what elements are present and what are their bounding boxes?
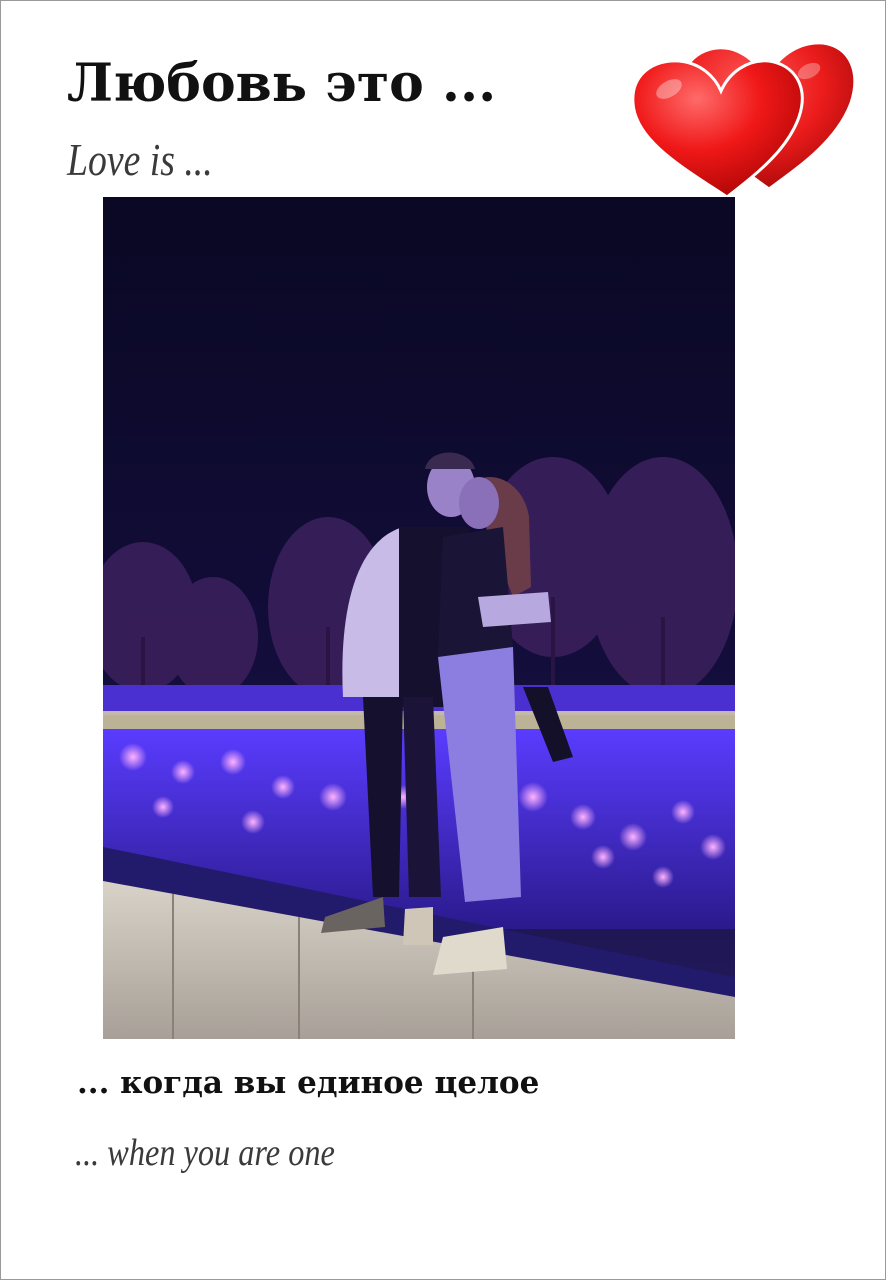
two-hearts-icon bbox=[629, 37, 861, 199]
title-english: Love is ... bbox=[67, 134, 213, 185]
caption-english: ... when you are one bbox=[75, 1132, 335, 1174]
caption-russian: ... когда вы единое целое bbox=[77, 1065, 540, 1101]
title-russian: Любовь это ... bbox=[67, 53, 497, 114]
love-is-card: Любовь это ... Love is ... ... когда вы … bbox=[0, 0, 886, 1280]
couple-photo bbox=[103, 197, 735, 1039]
